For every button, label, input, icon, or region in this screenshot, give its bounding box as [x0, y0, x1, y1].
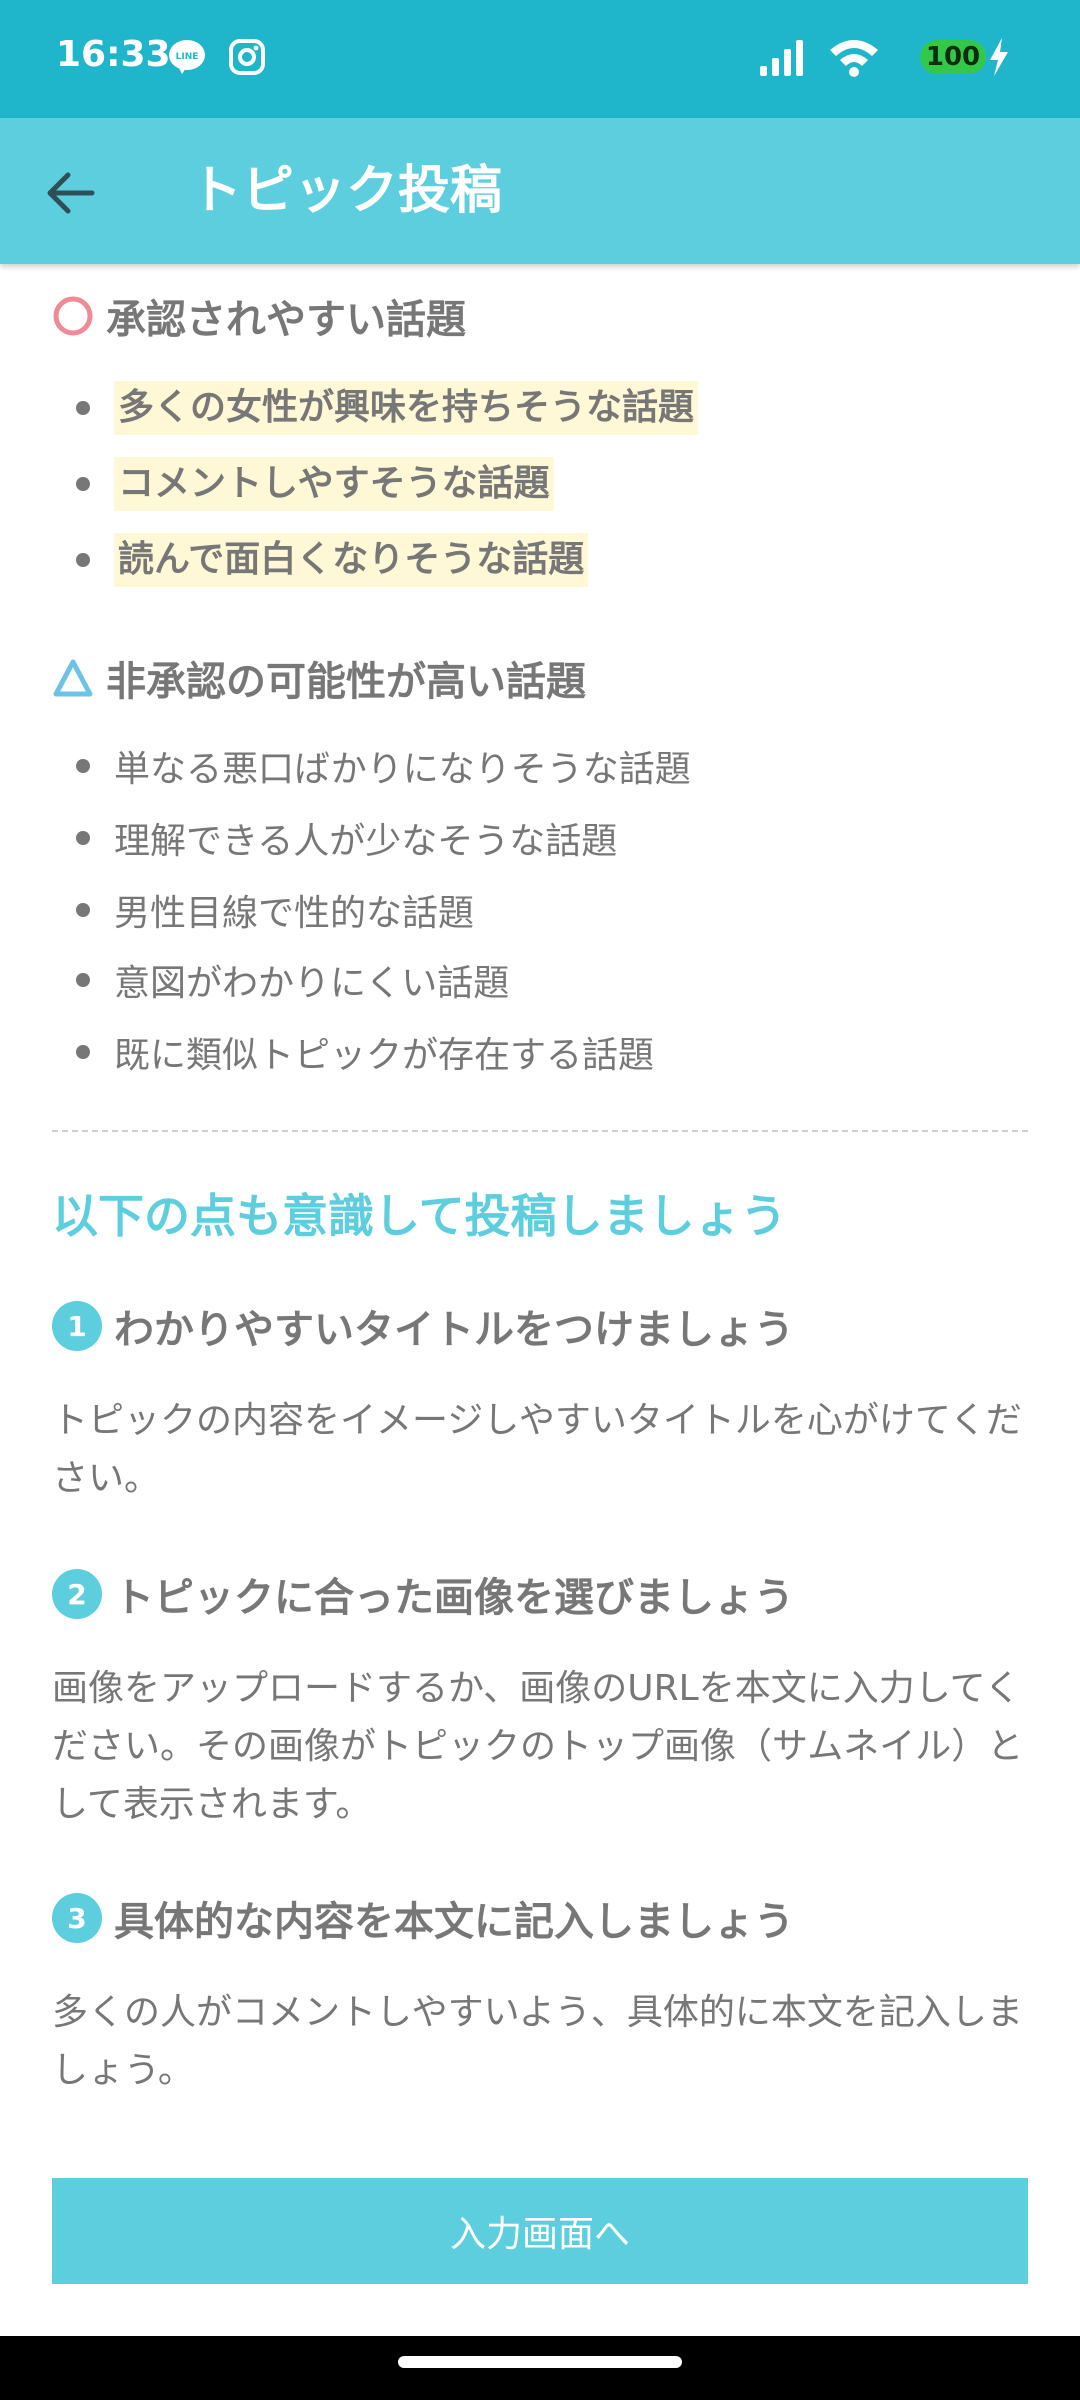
status-bar: 16:33 LINE 100: [0, 0, 1080, 118]
back-button[interactable]: [36, 158, 106, 228]
status-time: 16:33: [56, 34, 171, 75]
go-to-input-button[interactable]: 入力画面へ: [52, 2178, 1028, 2284]
wifi-icon: [830, 40, 878, 77]
bullet-icon: [76, 973, 90, 987]
list-item-text: 多くの女性が興味を持ちそうな話題: [114, 381, 699, 435]
tip-title: 2 トピックに合った画像を選びましょう: [52, 1566, 794, 1622]
tip-title-text: トピックに合った画像を選びましょう: [114, 1575, 794, 1621]
list-item: 多くの女性が興味を持ちそうな話題: [76, 380, 699, 436]
tip-title-text: 具体的な内容を本文に記入しましょう: [114, 1899, 794, 1945]
section-divider: [52, 1130, 1028, 1132]
rejected-heading-text: 非承認の可能性が高い話題: [106, 659, 586, 705]
list-item-text: 読んで面白くなりそうな話題: [114, 533, 589, 587]
home-indicator[interactable]: [398, 2356, 682, 2368]
bullet-icon: [76, 477, 90, 491]
bullet-icon: [76, 553, 90, 567]
list-item-text: コメントしやすそうな話題: [114, 457, 554, 511]
page-title: トピック投稿: [190, 161, 503, 221]
list-item: 読んで面白くなりそうな話題: [76, 532, 589, 588]
list-item-text: 既に類似トピックが存在する話題: [114, 1035, 655, 1076]
list-item: 既に類似トピックが存在する話題: [76, 1024, 654, 1080]
rejected-topics-heading: 非承認の可能性が高い話題: [52, 650, 586, 706]
charging-icon: [990, 38, 1008, 76]
list-item: 男性目線で性的な話題: [76, 882, 474, 938]
list-item-text: 意図がわかりにくい話題: [114, 963, 510, 1004]
list-item-text: 理解できる人が少なそうな話題: [114, 821, 618, 862]
app-bar: トピック投稿: [0, 118, 1080, 264]
tips-heading: 以下の点も意識して投稿しましょう: [52, 1189, 787, 1243]
system-nav-bar: [0, 2336, 1080, 2400]
list-item: コメントしやすそうな話題: [76, 456, 554, 512]
bullet-icon: [76, 903, 90, 917]
bullet-icon: [76, 759, 90, 773]
arrow-left-icon: [47, 172, 95, 214]
tip-title: 3 具体的な内容を本文に記入しましょう: [52, 1890, 794, 1946]
number-badge: 2: [52, 1569, 102, 1619]
tip-body: 画像をアップロードするか、画像のURLを本文に入力してください。その画像がトピッ…: [52, 1668, 1024, 1825]
approved-heading-text: 承認されやすい話題: [106, 297, 466, 343]
list-item-text: 単なる悪口ばかりになりそうな話題: [114, 749, 691, 790]
instagram-app-icon: [229, 39, 265, 75]
triangle-mark-icon: [53, 659, 93, 697]
bullet-icon: [76, 1045, 90, 1059]
list-item: 単なる悪口ばかりになりそうな話題: [76, 738, 691, 794]
battery-indicator: 100: [920, 40, 986, 74]
approved-topics-heading: 承認されやすい話題: [52, 288, 466, 344]
list-item: 意図がわかりにくい話題: [76, 952, 509, 1008]
bullet-icon: [76, 831, 90, 845]
circle-mark-icon: [53, 296, 93, 336]
line-app-icon: LINE: [169, 40, 205, 74]
svg-text:LINE: LINE: [176, 52, 199, 62]
list-item-text: 男性目線で性的な話題: [114, 893, 475, 934]
signal-icon: [760, 40, 803, 76]
tip-title: 1 わかりやすいタイトルをつけましょう: [52, 1298, 794, 1354]
list-item: 理解できる人が少なそうな話題: [76, 810, 617, 866]
tip-body: トピックの内容をイメージしやすいタイトルを心がけてください。: [52, 1400, 1022, 1499]
number-badge: 1: [52, 1301, 102, 1351]
number-badge: 3: [52, 1893, 102, 1943]
tip-title-text: わかりやすいタイトルをつけましょう: [114, 1307, 794, 1353]
bullet-icon: [76, 401, 90, 415]
tip-body: 多くの人がコメントしやすいよう、具体的に本文を記入しましょう。: [52, 1992, 1023, 2091]
